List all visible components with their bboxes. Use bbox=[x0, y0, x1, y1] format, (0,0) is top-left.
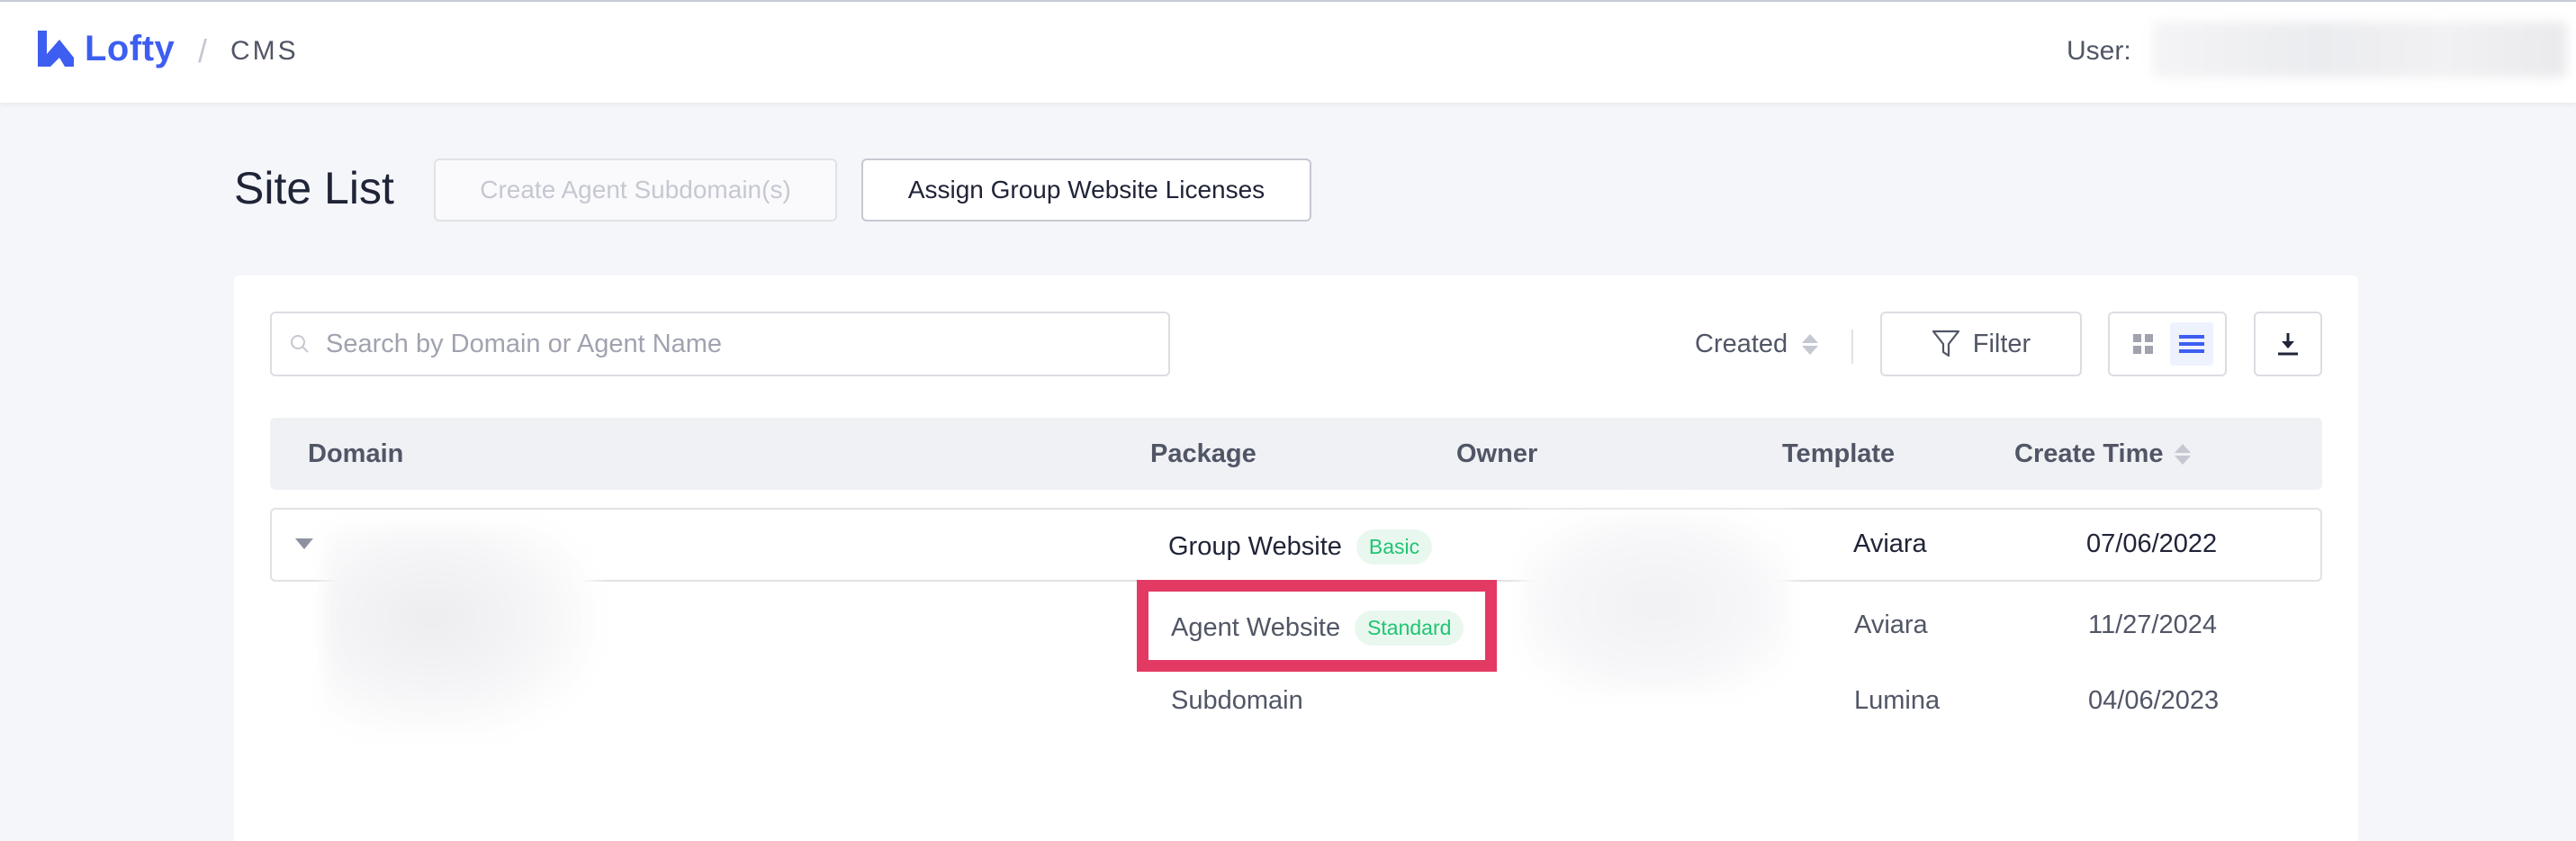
parent-template: Aviara bbox=[1853, 529, 1927, 558]
expand-caret-icon[interactable] bbox=[295, 538, 313, 549]
column-create-time-label: Create Time bbox=[2014, 439, 2164, 468]
table-header: Domain Package Owner Template Create Tim… bbox=[270, 418, 2322, 490]
child-package-subdomain[interactable]: Subdomain bbox=[1171, 686, 1303, 716]
sort-arrows-icon bbox=[1802, 334, 1819, 355]
filter-label: Filter bbox=[1972, 329, 2031, 358]
filter-button[interactable]: Filter bbox=[1880, 312, 2082, 376]
child-create-time-1: 11/27/2024 bbox=[2088, 610, 2217, 639]
top-header: Lofty / CMS User: bbox=[0, 0, 2576, 103]
user-label: User: bbox=[2067, 36, 2131, 66]
domain-redacted[interactable] bbox=[324, 526, 594, 733]
highlight-box bbox=[1137, 580, 1497, 672]
sort-label: Created bbox=[1695, 330, 1788, 358]
breadcrumb-cms[interactable]: CMS bbox=[230, 36, 299, 67]
lofty-logo-icon bbox=[38, 31, 74, 67]
child-create-time-2: 04/06/2023 bbox=[2088, 686, 2220, 715]
breadcrumb-separator: / bbox=[198, 32, 208, 69]
column-template: Template bbox=[1782, 439, 1896, 468]
search-input[interactable] bbox=[326, 329, 1136, 359]
column-owner: Owner bbox=[1456, 439, 1538, 468]
list-icon bbox=[2179, 335, 2204, 353]
package-badge-basic: Basic bbox=[1356, 529, 1433, 565]
toolbar-divider bbox=[1851, 330, 1853, 364]
filter-icon bbox=[1932, 330, 1959, 357]
grid-view-button[interactable] bbox=[2121, 322, 2165, 366]
download-button[interactable] bbox=[2254, 312, 2322, 376]
search-box[interactable] bbox=[270, 312, 1170, 376]
column-package: Package bbox=[1150, 439, 1256, 468]
child-template-1: Aviara bbox=[1854, 610, 1928, 639]
sort-create-time-icon[interactable] bbox=[2174, 444, 2191, 465]
view-mode-toggle[interactable] bbox=[2108, 312, 2227, 376]
brand-name: Lofty bbox=[85, 28, 176, 68]
search-icon bbox=[291, 335, 309, 353]
download-icon bbox=[2278, 333, 2298, 356]
owner-redacted bbox=[1521, 515, 1791, 695]
column-domain: Domain bbox=[308, 439, 404, 468]
grid-icon bbox=[2133, 334, 2153, 354]
create-agent-subdomain-button: Create Agent Subdomain(s) bbox=[434, 158, 837, 222]
sort-created[interactable]: Created bbox=[1695, 330, 1819, 359]
list-view-button[interactable] bbox=[2170, 322, 2213, 366]
parent-package-name: Group Website bbox=[1168, 532, 1342, 561]
child-template-2: Lumina bbox=[1854, 686, 1941, 715]
parent-package: Group Website Basic bbox=[1168, 529, 1433, 565]
assign-group-website-licenses-button[interactable]: Assign Group Website Licenses bbox=[861, 158, 1311, 222]
parent-create-time: 07/06/2022 bbox=[2086, 529, 2218, 558]
user-name-redacted[interactable] bbox=[2153, 22, 2567, 77]
site-list-card: Created Filter Dom bbox=[234, 276, 2358, 841]
page-title: Site List bbox=[234, 163, 394, 213]
lofty-logo[interactable]: Lofty bbox=[34, 27, 175, 70]
column-create-time[interactable]: Create Time bbox=[2014, 439, 2191, 469]
